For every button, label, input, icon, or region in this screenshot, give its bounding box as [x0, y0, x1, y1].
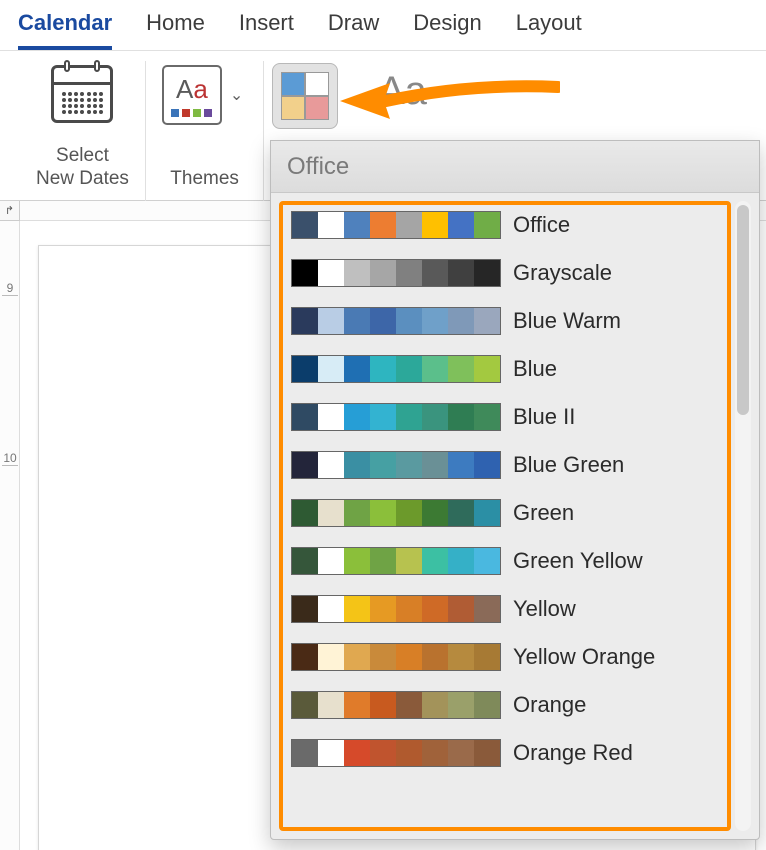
- swatch-strip: [291, 739, 501, 767]
- scheme-label: Blue: [513, 356, 557, 382]
- scheme-label: Blue Green: [513, 452, 624, 478]
- dropdown-section-header: Office: [271, 141, 759, 193]
- scheme-label: Green Yellow: [513, 548, 643, 574]
- dropdown-scrollbar[interactable]: [735, 201, 751, 831]
- color-scheme-blue-warm[interactable]: Blue Warm: [289, 305, 721, 337]
- group-select-dates: Select New Dates: [20, 61, 146, 201]
- scheme-label: Green: [513, 500, 574, 526]
- color-scheme-blue-green[interactable]: Blue Green: [289, 449, 721, 481]
- scheme-label: Orange Red: [513, 740, 633, 766]
- swatch-strip: [291, 691, 501, 719]
- color-scheme-yellow-orange[interactable]: Yellow Orange: [289, 641, 721, 673]
- swatch-strip: [291, 259, 501, 287]
- color-scheme-yellow[interactable]: Yellow: [289, 593, 721, 625]
- swatch-strip: [291, 643, 501, 671]
- color-schemes-list: Office Grayscale Blue Warm Blue Blue II Blue …: [279, 201, 731, 831]
- scheme-label: Yellow Orange: [513, 644, 655, 670]
- theme-colors-dropdown: Office Office Grayscale Blue Warm Blue Blue …: [270, 140, 760, 840]
- tab-layout[interactable]: Layout: [516, 10, 582, 50]
- fonts-icon-text: Aa: [378, 69, 427, 114]
- scheme-label: Office: [513, 212, 570, 238]
- scheme-label: Blue Warm: [513, 308, 621, 334]
- color-scheme-orange[interactable]: Orange: [289, 689, 721, 721]
- scrollbar-thumb[interactable]: [737, 205, 749, 415]
- color-scheme-green[interactable]: Green: [289, 497, 721, 529]
- calendar-icon[interactable]: [51, 65, 113, 123]
- tab-insert[interactable]: Insert: [239, 10, 294, 50]
- theme-colors-button[interactable]: [272, 63, 338, 129]
- tab-calendar[interactable]: Calendar: [18, 10, 112, 50]
- swatch-strip: [291, 355, 501, 383]
- ruler-mark: 10: [2, 451, 18, 466]
- tab-home[interactable]: Home: [146, 10, 205, 50]
- scheme-label: Grayscale: [513, 260, 612, 286]
- scheme-label: Yellow: [513, 596, 576, 622]
- swatch-strip: [291, 595, 501, 623]
- theme-fonts-button[interactable]: Aa ⌄: [378, 69, 456, 114]
- swatch-strip: [291, 403, 501, 431]
- themes-dropdown-chevron[interactable]: ⌄: [226, 81, 247, 109]
- swatch-strip: [291, 451, 501, 479]
- tab-draw[interactable]: Draw: [328, 10, 379, 50]
- group-themes: Aa ⌄ Themes: [146, 61, 264, 201]
- ruler-mark: 9: [2, 281, 18, 296]
- swatch-strip: [291, 499, 501, 527]
- themes-label: Themes: [170, 168, 239, 191]
- tab-design[interactable]: Design: [413, 10, 481, 50]
- swatch-strip: [291, 307, 501, 335]
- vertical-ruler[interactable]: 9 10: [0, 221, 20, 850]
- swatch-strip: [291, 211, 501, 239]
- scheme-label: Blue II: [513, 404, 575, 430]
- color-scheme-blue[interactable]: Blue: [289, 353, 721, 385]
- ribbon-tabs: Calendar Home Insert Draw Design Layout: [0, 0, 766, 51]
- color-scheme-grayscale[interactable]: Grayscale: [289, 257, 721, 289]
- select-dates-label: Select New Dates: [36, 145, 129, 191]
- chevron-down-icon: ⌄: [435, 78, 456, 106]
- color-scheme-office[interactable]: Office: [289, 209, 721, 241]
- color-scheme-green-yellow[interactable]: Green Yellow: [289, 545, 721, 577]
- ruler-corner: ↱: [0, 201, 20, 221]
- swatch-strip: [291, 547, 501, 575]
- color-scheme-orange-red[interactable]: Orange Red: [289, 737, 721, 769]
- scheme-label: Orange: [513, 692, 586, 718]
- color-scheme-blue-ii[interactable]: Blue II: [289, 401, 721, 433]
- themes-button[interactable]: Aa: [162, 65, 222, 125]
